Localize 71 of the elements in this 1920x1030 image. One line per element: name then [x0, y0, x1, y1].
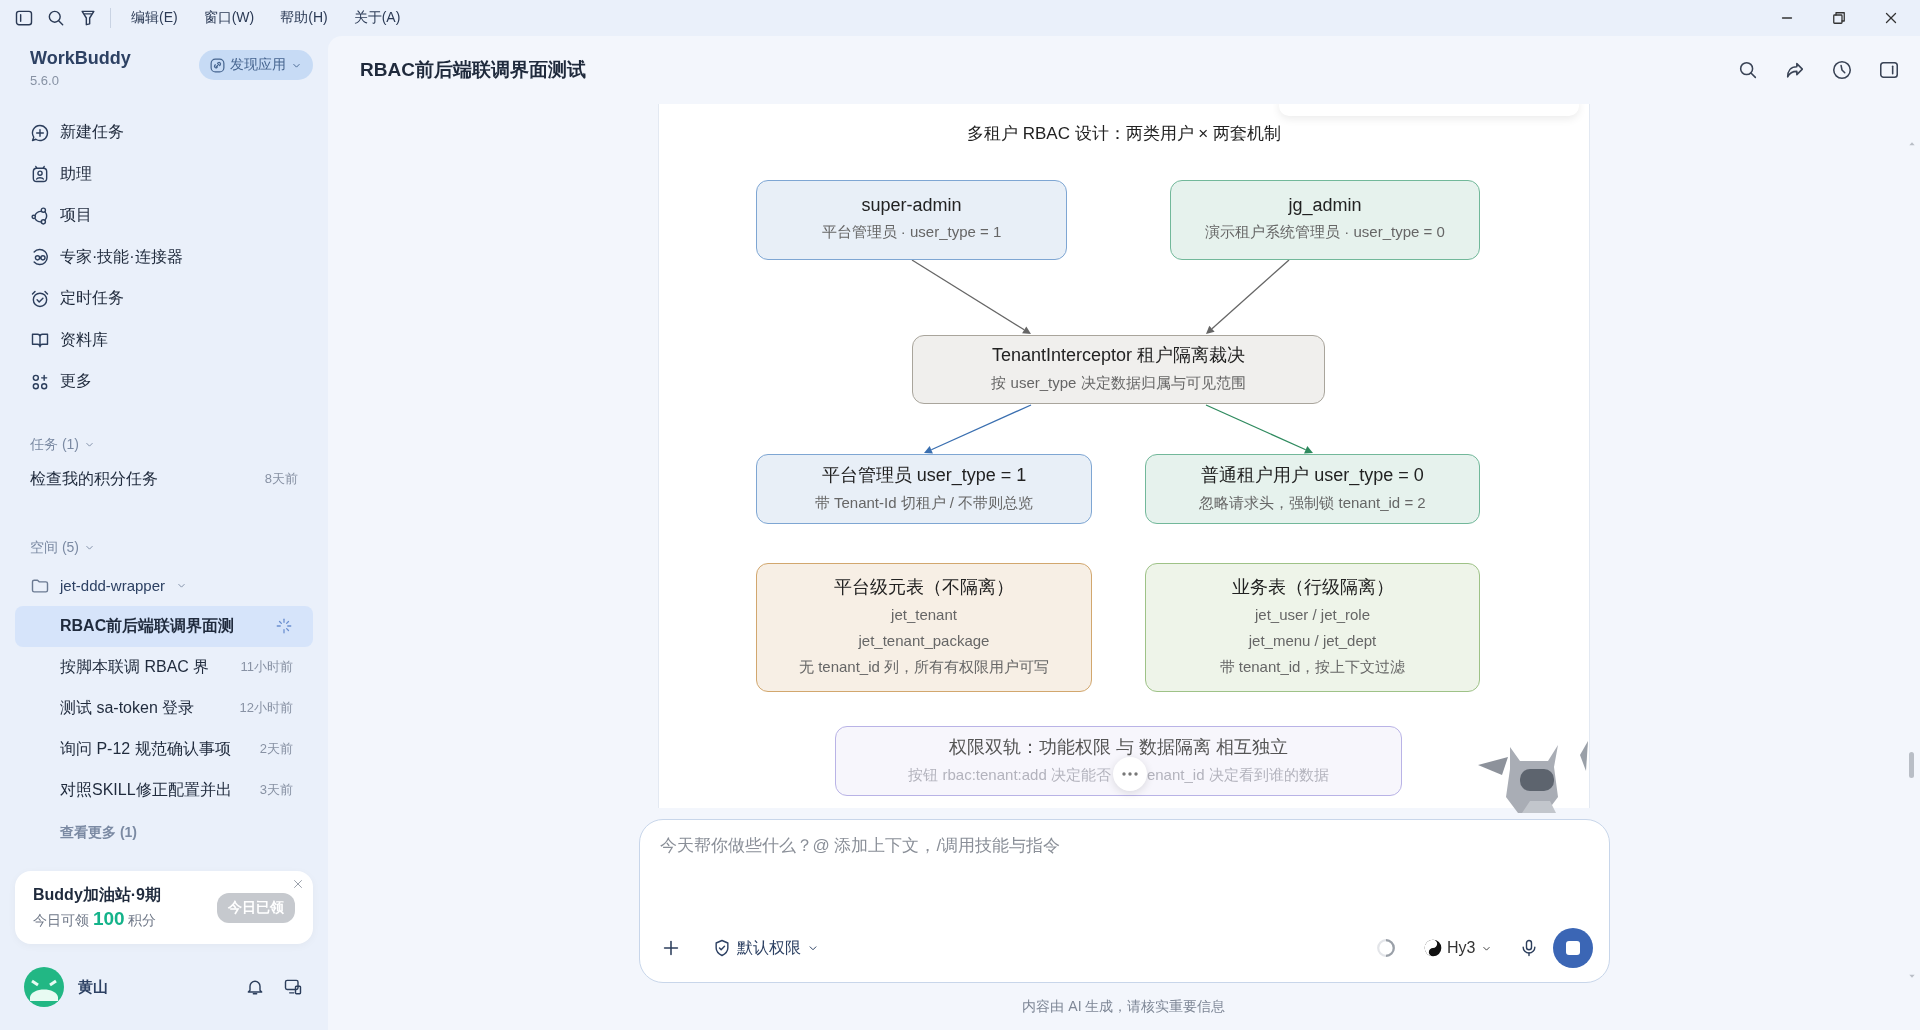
nav-item[interactable]: 项目: [15, 195, 313, 237]
discover-apps-button[interactable]: 发现应用: [199, 50, 313, 80]
promo-text: 今日可领 100 积分: [33, 908, 158, 930]
node-text: jet_user / jet_role: [1254, 605, 1371, 625]
node-title: super-admin: [861, 195, 962, 216]
task-item[interactable]: 检查我的积分任务 8天前: [15, 458, 313, 500]
space-task-item[interactable]: 询问 P-12 规范确认事项 2天前: [15, 728, 313, 770]
app-name: WorkBuddy: [30, 48, 131, 69]
node-text: jet_tenant: [891, 605, 957, 625]
node-text: 带 Tenant-Id 切租户 / 不带则总览: [814, 492, 1034, 513]
node-title: TenantInterceptor 租户隔离裁决: [991, 344, 1246, 367]
loading-icon: [1375, 937, 1398, 959]
nav-item[interactable]: 助理: [15, 153, 313, 195]
node-title: 平台级元表（不隔离）: [834, 576, 1014, 599]
node-text: 演示租户系统管理员 · user_type = 0: [1205, 222, 1445, 242]
node-text: 按 user_type 决定数据归属与可见范围: [991, 373, 1246, 393]
node-text: 按钮 rbac:tenant:add 决定能否: [908, 764, 1111, 785]
promo-title: Buddy加油站·9期: [33, 885, 161, 905]
chat-input-box[interactable]: 今天帮你做些什么？@ 添加上下文，/调用技能与指令 默认权限 Hy3: [638, 819, 1610, 983]
node-text: jet_menu / jet_dept: [1248, 631, 1377, 651]
app-version: 5.6.0: [30, 73, 60, 88]
space-task-item[interactable]: 对照SKILL修正配置并出 3天前: [15, 769, 313, 811]
menu-item[interactable]: 编辑(E): [123, 5, 186, 31]
space-task-item[interactable]: RBAC前后端联调界面测: [15, 605, 313, 647]
sidebar-toggle-icon[interactable]: [14, 8, 34, 28]
node-text: jet_tenant_package: [858, 631, 990, 651]
node-title: 权限双轨：功能权限 与 数据隔离 相互独立: [949, 735, 1288, 759]
page-title: RBAC前后端联调界面测试: [360, 58, 587, 82]
restore-icon[interactable]: [1830, 9, 1848, 27]
nav-item[interactable]: 定时任务: [15, 278, 313, 320]
node-text: enant_id 决定看到谁的数据: [1146, 764, 1329, 785]
menu-item[interactable]: 帮助(H): [272, 5, 336, 31]
link-icon: [209, 56, 226, 74]
devices-icon[interactable]: [283, 977, 303, 997]
disclaimer-text: 内容由 AI 生成，请核实重要信息: [1022, 998, 1226, 1016]
history-icon[interactable]: [1831, 59, 1853, 81]
space-task-item[interactable]: 测试 sa-token 登录 12小时前: [15, 687, 313, 729]
nav-item[interactable]: 资料库: [15, 319, 313, 361]
node-text: 平台管理员 · user_type = 1: [821, 222, 1002, 242]
node-text: 带 tenant_id，按上下文过滤: [1219, 657, 1406, 677]
nodes-icon: [30, 205, 50, 226]
node-title: 平台管理员 user_type = 1: [821, 463, 1027, 487]
search-icon[interactable]: [46, 8, 66, 28]
spinner-icon: [275, 617, 293, 635]
stop-icon: [1564, 940, 1581, 956]
nav-item[interactable]: 更多: [15, 361, 313, 403]
menu-item[interactable]: 窗口(W): [195, 5, 263, 31]
nav-item[interactable]: 新建任务: [15, 112, 313, 154]
node-title: 业务表（行级隔离）: [1231, 576, 1394, 599]
node-title: 普通租户用户 user_type = 0: [1201, 463, 1424, 487]
node-text: 无 tenant_id 列，所有有权限用户可写: [798, 657, 1050, 677]
permission-dropdown[interactable]: 默认权限: [711, 937, 820, 959]
user-name: 黄山: [78, 977, 109, 997]
stop-button[interactable]: [1552, 928, 1593, 968]
model-selector[interactable]: Hy3: [1423, 938, 1493, 958]
folder-item[interactable]: jet-ddd-wrapper: [15, 565, 313, 606]
node-text: 忽略请求头，强制锁 tenant_id = 2: [1199, 492, 1426, 513]
more-icon: [1122, 772, 1138, 776]
scrollbar-thumb[interactable]: [1909, 752, 1914, 778]
swirl-logo-icon: [1423, 938, 1444, 958]
diagram-title: 多租户 RBAC 设计：两类用户 × 两套机制: [966, 123, 1282, 145]
panel-toggle-icon[interactable]: [1878, 59, 1900, 81]
node-title: jg_admin: [1288, 195, 1362, 216]
nav-item[interactable]: 专家·技能·连接器: [15, 236, 313, 278]
space-task-item[interactable]: 按脚本联调 RBAC 界 11小时前: [15, 646, 313, 688]
message-input[interactable]: 今天帮你做些什么？@ 添加上下文，/调用技能与指令: [659, 834, 1593, 928]
menu-item[interactable]: 关于(A): [345, 5, 409, 31]
new-task-icon: [30, 122, 50, 143]
alarm-clock-icon: [30, 288, 50, 309]
search-icon[interactable]: [1737, 59, 1759, 81]
robot-icon: [30, 164, 50, 185]
